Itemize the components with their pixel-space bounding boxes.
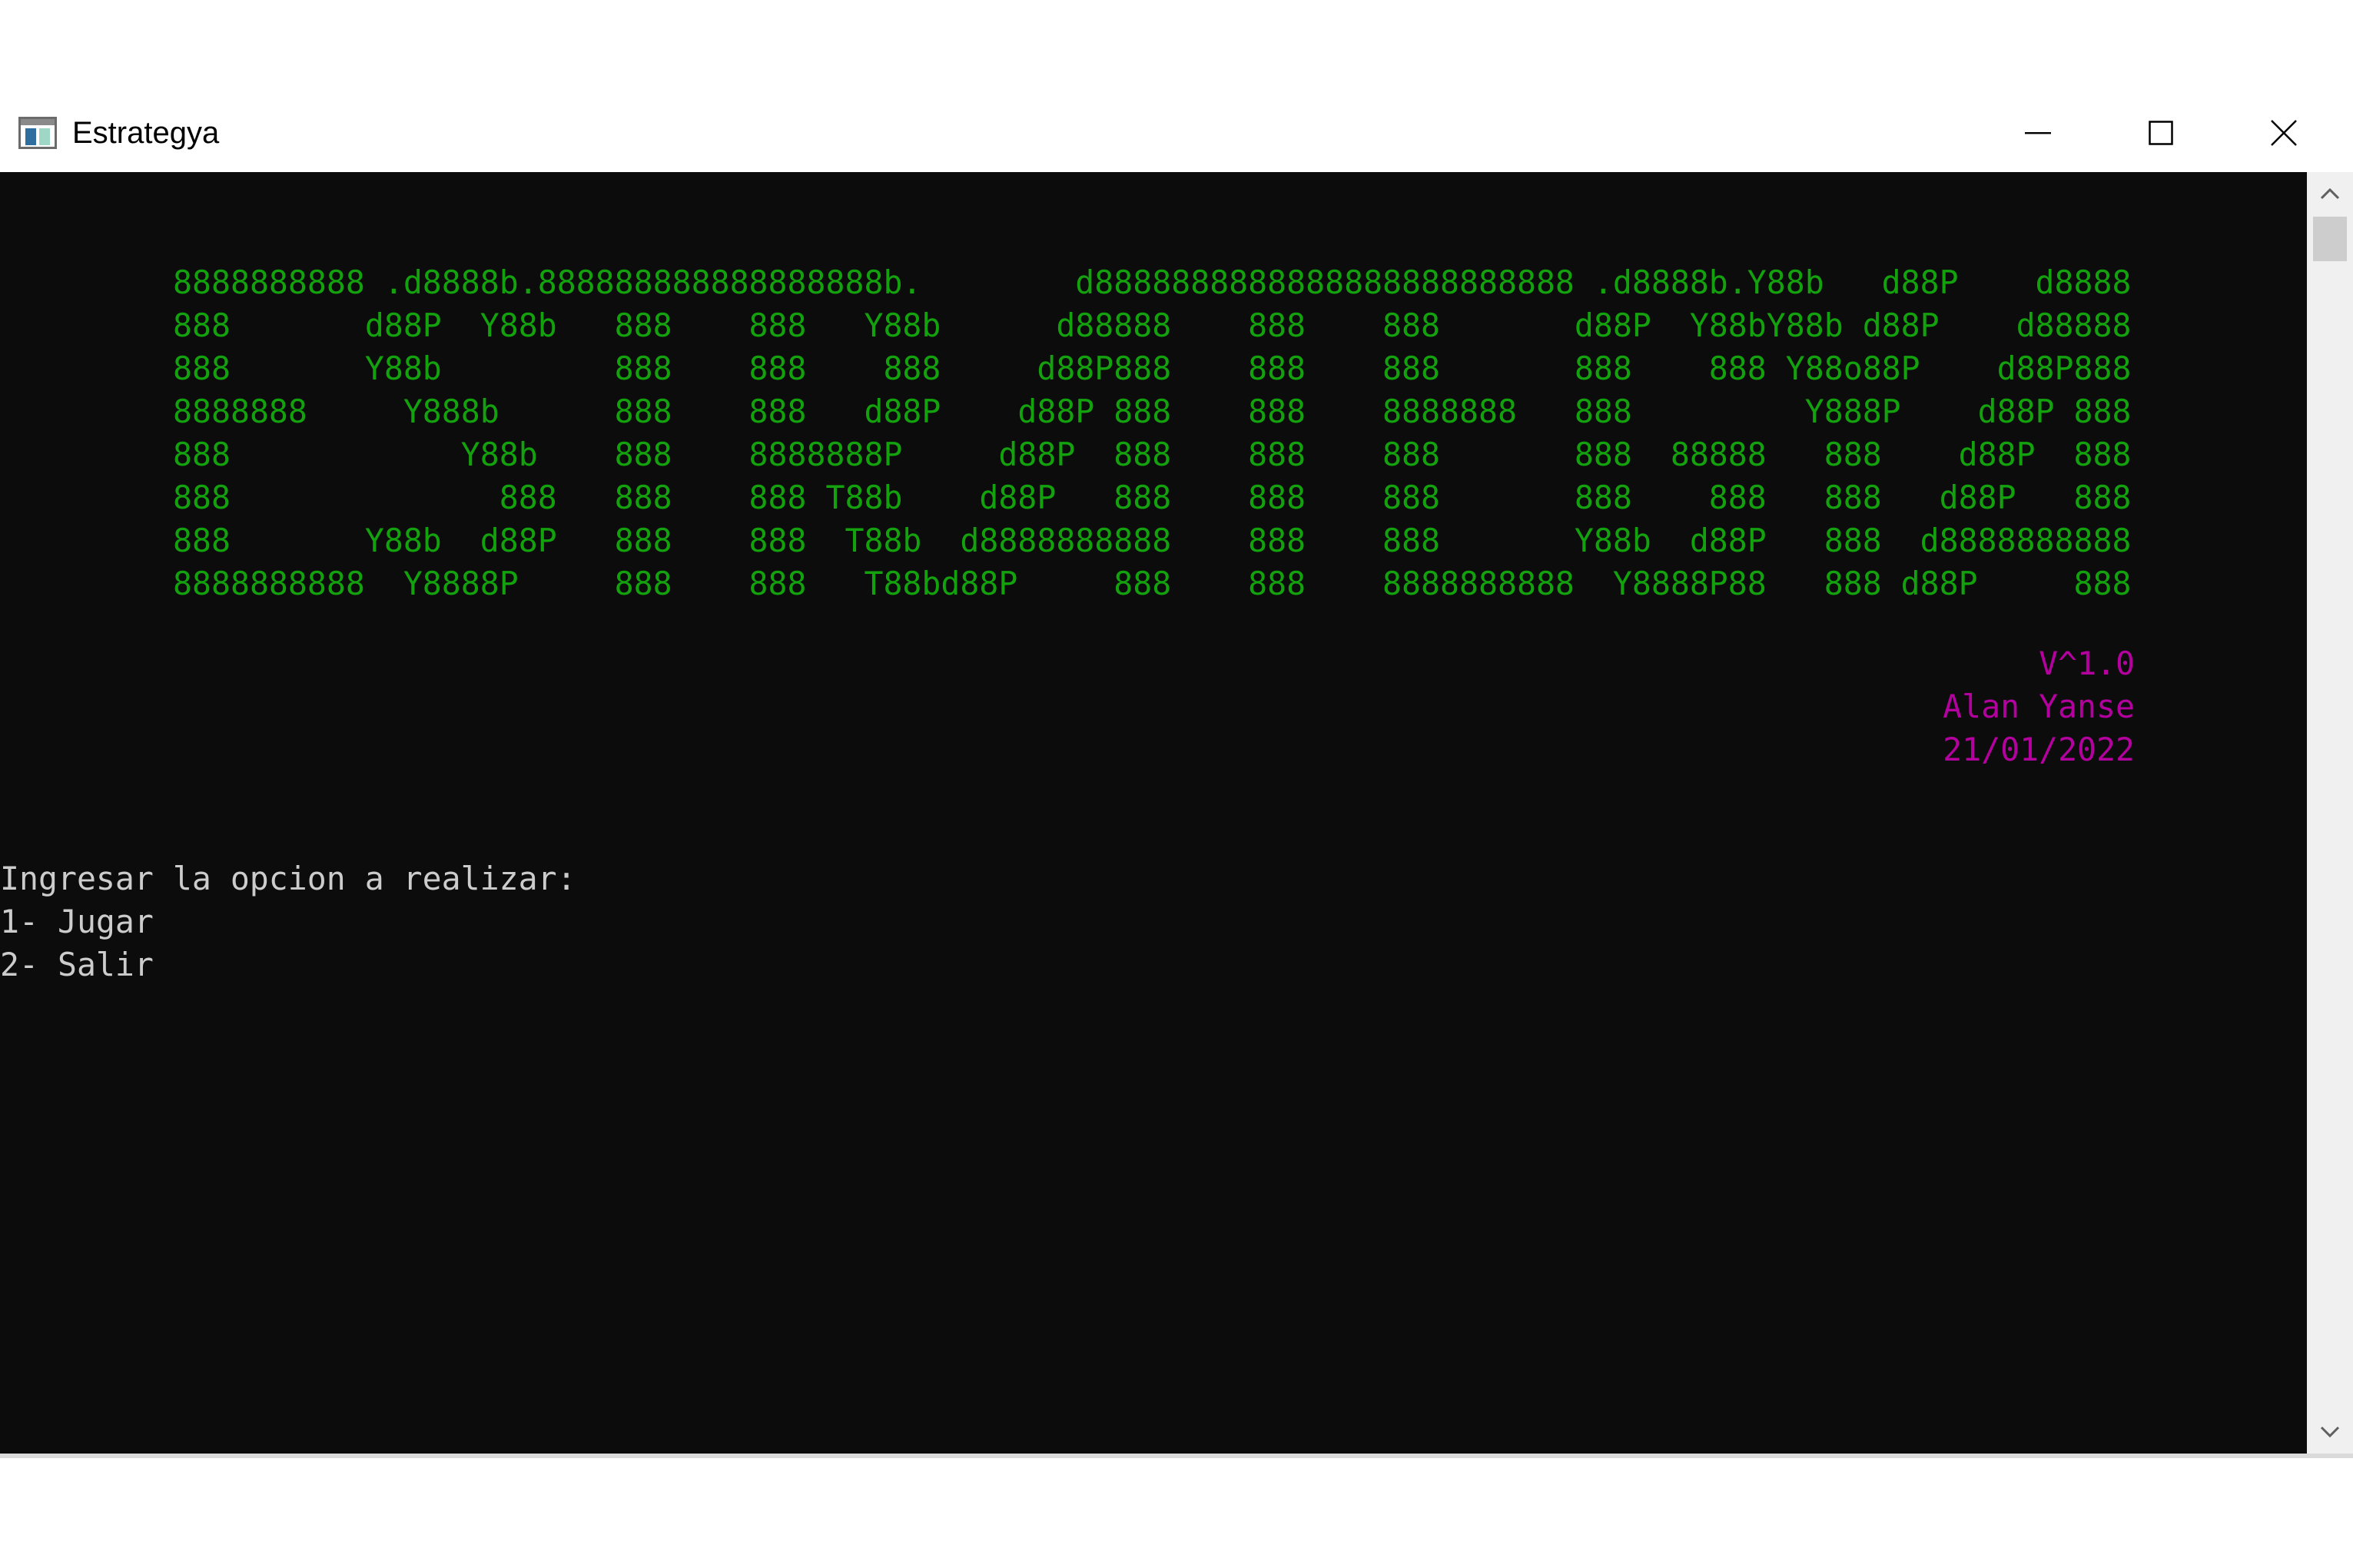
- menu-option-salir: 2- Salir: [0, 946, 154, 983]
- vertical-scrollbar[interactable]: [2307, 172, 2353, 1454]
- title-bar[interactable]: Estrategya: [0, 114, 2353, 172]
- maximize-icon: [2149, 121, 2173, 145]
- ascii-banner: 8888888888 .d8888b.888888888888888888b. …: [173, 264, 2132, 602]
- window-bottom-border: [0, 1454, 2353, 1458]
- window-title: Estrategya: [72, 116, 220, 150]
- version-text: V^1.0: [2039, 645, 2135, 682]
- author-text: Alan Yanse: [1943, 688, 2135, 725]
- maximize-button[interactable]: [2099, 114, 2222, 152]
- console-window: Estrategya 8888888888 .d8888b.8888888888…: [0, 114, 2353, 1458]
- scroll-thumb[interactable]: [2313, 217, 2347, 261]
- minimize-button[interactable]: [1976, 114, 2099, 152]
- date-text: 21/01/2022: [1943, 731, 2135, 768]
- menu-block: Ingresar la opcion a realizar: 1- Jugar …: [0, 857, 576, 986]
- close-icon: [2271, 120, 2297, 146]
- chevron-down-icon: [2320, 1426, 2340, 1438]
- menu-prompt: Ingresar la opcion a realizar:: [0, 860, 576, 897]
- scroll-up-button[interactable]: [2307, 172, 2353, 215]
- credits-block: V^1.0 Alan Yanse 21/01/2022: [1767, 642, 2135, 771]
- minimize-icon: [2025, 132, 2051, 134]
- console-app-icon: [18, 117, 57, 149]
- scroll-down-button[interactable]: [2307, 1411, 2353, 1454]
- chevron-up-icon: [2320, 187, 2340, 200]
- close-button[interactable]: [2222, 114, 2345, 152]
- menu-option-jugar: 1- Jugar: [0, 903, 154, 940]
- console-output[interactable]: 8888888888 .d8888b.888888888888888888b. …: [0, 172, 2307, 1454]
